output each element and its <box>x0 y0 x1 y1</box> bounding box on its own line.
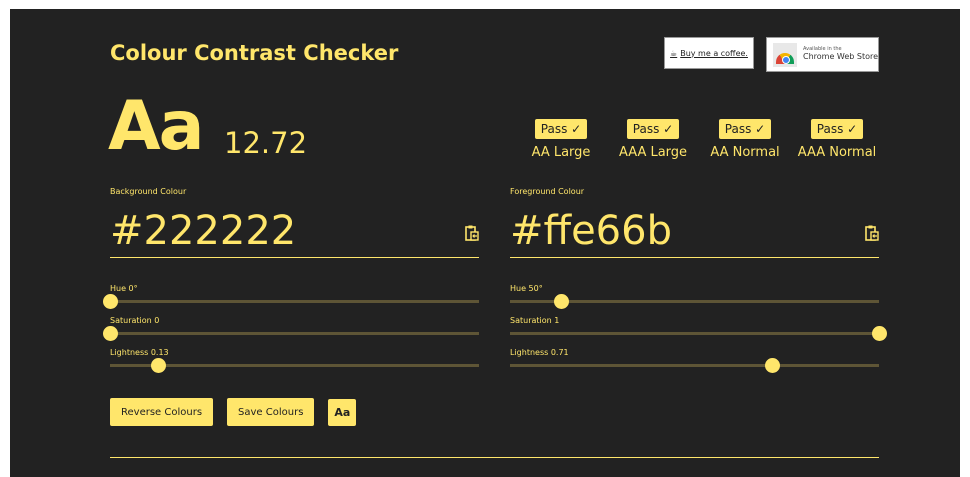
slider-thumb[interactable] <box>103 326 118 341</box>
chrome-web-store-button[interactable]: Available in the Chrome Web Store <box>766 37 879 72</box>
foreground-saturation-slider-group: Saturation 1 <box>510 316 887 348</box>
result-label: AAA Large <box>618 145 688 160</box>
background-colour-panel: Background Colour #222222 Hue 0° Saturat… <box>103 187 479 380</box>
background-hue-slider[interactable] <box>103 294 479 309</box>
clipboard-paste-icon[interactable] <box>465 225 479 241</box>
foreground-colour-label: Foreground Colour <box>510 187 585 196</box>
foreground-saturation-slider[interactable] <box>510 326 887 341</box>
result-aaa-large: Pass ✓ AAA Large <box>608 119 698 160</box>
foreground-hue-slider-group: Hue 50° <box>510 284 879 316</box>
background-lightness-slider[interactable] <box>110 358 479 373</box>
buy-me-a-coffee-button[interactable]: ☕ Buy me a coffee. <box>664 37 754 69</box>
slider-thumb[interactable] <box>872 326 887 341</box>
result-label: AA Large <box>531 145 591 160</box>
pass-badge: Pass ✓ <box>626 119 680 139</box>
slider-thumb[interactable] <box>764 358 780 373</box>
result-aaa-normal: Pass ✓ AAA Normal <box>792 119 882 160</box>
background-lightness-slider-group: Lightness 0.13 <box>110 348 479 380</box>
background-saturation-slider[interactable] <box>103 326 479 341</box>
result-label: AA Normal <box>710 145 780 160</box>
contrast-ratio: 12.72 <box>224 126 308 160</box>
background-hue-label: Hue 0° <box>110 284 138 293</box>
page-title: Colour Contrast Checker <box>110 41 399 65</box>
result-aa-large: Pass ✓ AA Large <box>516 119 606 160</box>
foreground-lightness-slider[interactable] <box>510 358 879 373</box>
wcag-results: Pass ✓ AA Large Pass ✓ AAA Large Pass ✓ … <box>516 119 882 165</box>
background-saturation-slider-group: Saturation 0 <box>103 316 479 348</box>
slider-thumb[interactable] <box>103 294 118 309</box>
foreground-lightness-label: Lightness 0.71 <box>510 348 569 357</box>
foreground-saturation-label: Saturation 1 <box>510 316 560 325</box>
slider-thumb[interactable] <box>150 358 166 373</box>
foreground-colour-panel: Foreground Colour #ffe66b Hue 50° Satura… <box>510 187 887 380</box>
reverse-colours-button[interactable]: Reverse Colours <box>110 398 214 426</box>
foreground-hex-value[interactable]: #ffe66b <box>510 209 672 253</box>
foreground-hue-label: Hue 50° <box>510 284 543 293</box>
coffee-cup-icon: ☕ <box>670 48 678 58</box>
foreground-hue-slider[interactable] <box>510 294 879 309</box>
app-frame: Colour Contrast Checker ☕ Buy me a coffe… <box>10 9 960 477</box>
pass-badge: Pass ✓ <box>718 119 772 139</box>
clipboard-paste-icon[interactable] <box>865 225 879 241</box>
background-saturation-label: Saturation 0 <box>110 316 160 325</box>
store-big-label: Chrome Web Store <box>803 51 879 61</box>
slider-thumb[interactable] <box>554 294 570 309</box>
buy-me-a-coffee-label: Buy me a coffee. <box>680 48 748 58</box>
background-hue-slider-group: Hue 0° <box>103 284 479 316</box>
foreground-hex-field[interactable]: #ffe66b <box>510 199 879 258</box>
result-label: AAA Normal <box>797 145 877 160</box>
divider <box>110 457 879 458</box>
background-colour-label: Background Colour <box>110 187 187 196</box>
background-lightness-label: Lightness 0.13 <box>110 348 169 357</box>
font-toggle-button[interactable]: Aa <box>328 398 357 426</box>
save-colours-button[interactable]: Save Colours <box>227 398 315 426</box>
result-aa-normal: Pass ✓ AA Normal <box>700 119 790 160</box>
pass-badge: Pass ✓ <box>810 119 864 139</box>
pass-badge: Pass ✓ <box>534 119 588 139</box>
foreground-lightness-slider-group: Lightness 0.71 <box>510 348 879 380</box>
background-hex-value[interactable]: #222222 <box>110 209 296 253</box>
background-hex-field[interactable]: #222222 <box>110 199 479 258</box>
sample-text-preview: Aa <box>108 87 205 166</box>
action-bar: Reverse Colours Save Colours Aa <box>110 398 370 426</box>
chrome-web-store-icon <box>773 42 797 67</box>
